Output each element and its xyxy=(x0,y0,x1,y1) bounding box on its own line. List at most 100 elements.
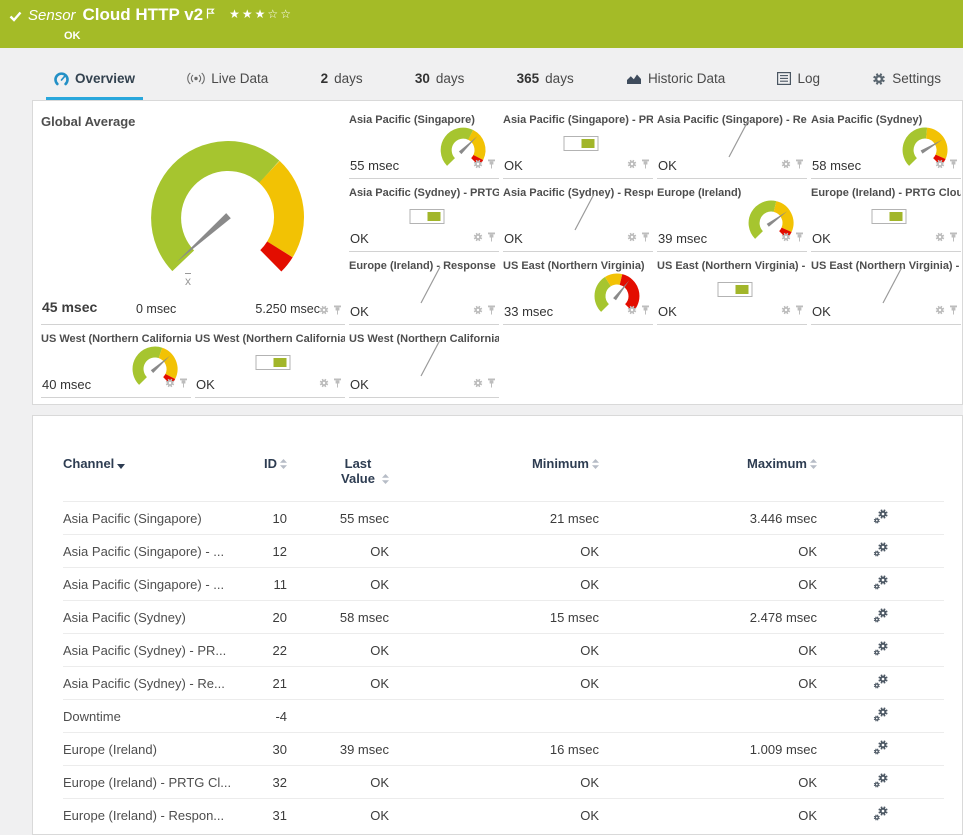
gear-icon[interactable] xyxy=(935,156,945,174)
channel-tile[interactable]: Europe (Ireland) - PRTG Cloud... OK xyxy=(811,186,961,252)
channel-tile[interactable]: Europe (Ireland) - Response C... OK xyxy=(349,259,499,325)
channel-settings-icon[interactable] xyxy=(873,541,889,561)
col-header-last-value[interactable]: Last Value xyxy=(287,456,389,502)
star-empty-icon[interactable]: ☆ xyxy=(280,7,293,21)
toggle-on-icon xyxy=(563,136,599,151)
channel-settings-icon[interactable] xyxy=(873,673,889,693)
pin-icon[interactable] xyxy=(795,302,804,320)
channel-settings-icon[interactable] xyxy=(873,607,889,627)
sort-toggle-icon[interactable] xyxy=(592,457,599,472)
tab-settings[interactable]: Settings xyxy=(864,60,949,100)
sort-caret-icon[interactable] xyxy=(117,457,126,472)
pin-icon[interactable] xyxy=(487,302,496,320)
channel-settings-icon[interactable] xyxy=(873,806,889,825)
gear-icon[interactable] xyxy=(473,229,483,247)
pin-icon[interactable] xyxy=(487,229,496,247)
cell-maximum: OK xyxy=(599,666,817,700)
gear-icon[interactable] xyxy=(473,302,483,320)
channel-tile[interactable]: Asia Pacific (Sydney) - Respo... OK xyxy=(503,186,653,252)
channel-tile[interactable]: US East (Northern Virginia) - ... OK xyxy=(657,259,807,325)
pin-icon[interactable] xyxy=(949,156,958,174)
star-filled-icon[interactable]: ★ xyxy=(255,7,268,21)
cell-last-value: OK xyxy=(287,666,389,700)
gear-icon[interactable] xyxy=(627,302,637,320)
gear-icon[interactable] xyxy=(935,302,945,320)
sort-toggle-icon[interactable] xyxy=(810,457,817,472)
sort-toggle-icon[interactable] xyxy=(382,472,389,487)
pin-icon[interactable] xyxy=(795,229,804,247)
channel-settings-icon[interactable] xyxy=(873,706,889,726)
pin-icon[interactable] xyxy=(333,375,342,393)
gear-icon[interactable] xyxy=(473,375,483,393)
channel-tile[interactable]: Asia Pacific (Singapore) - Res... OK xyxy=(657,113,807,179)
pin-icon[interactable] xyxy=(641,156,650,174)
channel-tile[interactable]: Asia Pacific (Singapore) 55 msec xyxy=(349,113,499,179)
star-filled-icon[interactable]: ★ xyxy=(242,7,255,21)
tab-label: Settings xyxy=(892,71,941,86)
pin-icon[interactable] xyxy=(641,302,650,320)
col-header-id[interactable]: ID xyxy=(235,456,287,502)
pin-icon[interactable] xyxy=(795,156,804,174)
pin-icon[interactable] xyxy=(333,302,342,320)
star-filled-icon[interactable]: ★ xyxy=(229,7,242,21)
channel-settings-icon[interactable] xyxy=(873,508,889,528)
tile-value: 40 msec xyxy=(42,377,92,392)
col-header-channel[interactable]: Channel xyxy=(63,456,235,502)
channel-tile[interactable]: US West (Northern California) 40 msec xyxy=(41,332,191,398)
pin-icon[interactable] xyxy=(487,375,496,393)
tab-365-days[interactable]: 365 days xyxy=(509,60,582,100)
tab-30-days[interactable]: 30 days xyxy=(407,60,473,100)
pin-icon[interactable] xyxy=(949,229,958,247)
tab-number: 365 xyxy=(516,71,540,86)
gear-icon[interactable] xyxy=(165,375,175,393)
cell-channel: Asia Pacific (Sydney) xyxy=(63,600,235,634)
log-icon xyxy=(777,72,792,85)
gear-icon[interactable] xyxy=(473,156,483,174)
gear-icon[interactable] xyxy=(319,302,329,320)
pin-icon[interactable] xyxy=(179,375,188,393)
sensor-kind-label: Sensor xyxy=(28,7,76,24)
tab-overview[interactable]: Overview xyxy=(46,60,144,100)
tab-number: 30 xyxy=(414,71,430,86)
gear-icon[interactable] xyxy=(781,302,791,320)
channel-tile[interactable]: Asia Pacific (Sydney) - PRTG ... OK xyxy=(349,186,499,252)
channel-tile[interactable]: Asia Pacific (Sydney) 58 msec xyxy=(811,113,961,179)
channel-settings-icon[interactable] xyxy=(873,640,889,660)
slash-icon xyxy=(415,338,445,383)
gear-icon[interactable] xyxy=(781,156,791,174)
col-header-maximum[interactable]: Maximum xyxy=(599,456,817,502)
gear-icon[interactable] xyxy=(781,229,791,247)
tab-2-days[interactable]: 2 days xyxy=(313,60,371,100)
gear-icon[interactable] xyxy=(627,156,637,174)
channel-tile[interactable]: Europe (Ireland) 39 msec xyxy=(657,186,807,252)
slash-icon xyxy=(415,265,445,310)
tab-log[interactable]: Log xyxy=(769,60,828,100)
pin-icon[interactable] xyxy=(487,156,496,174)
channel-settings-icon[interactable] xyxy=(873,772,889,792)
gear-icon[interactable] xyxy=(935,229,945,247)
col-header-minimum[interactable]: Minimum xyxy=(389,456,599,502)
table-row: Europe (Ireland) - PRTG Cl... 32 OK OK O… xyxy=(63,765,944,799)
gear-icon[interactable] xyxy=(319,375,329,393)
channel-tile[interactable]: US East (Northern Virginia) - ... OK xyxy=(811,259,961,325)
pin-icon[interactable] xyxy=(949,302,958,320)
table-row: Asia Pacific (Sydney) 20 58 msec 15 msec… xyxy=(63,600,944,634)
channel-settings-icon[interactable] xyxy=(873,574,889,594)
tab-live-data[interactable]: Live Data xyxy=(179,60,276,100)
channel-tile[interactable]: US West (Northern California)... OK xyxy=(195,332,345,398)
pin-icon[interactable] xyxy=(641,229,650,247)
gear-icon[interactable] xyxy=(627,229,637,247)
channel-settings-icon[interactable] xyxy=(873,739,889,759)
star-empty-icon[interactable]: ☆ xyxy=(267,7,280,21)
channel-tile[interactable]: US West (Northern California)... OK xyxy=(349,332,499,398)
tile-value: OK xyxy=(350,377,369,392)
cell-minimum: OK xyxy=(389,633,599,667)
channel-tile[interactable]: US East (Northern Virginia) 33 msec xyxy=(503,259,653,325)
priority-stars[interactable]: ★★★☆☆ xyxy=(229,7,293,21)
channel-tile[interactable]: Asia Pacific (Singapore) - PR... OK xyxy=(503,113,653,179)
tab-historic-data[interactable]: Historic Data xyxy=(618,60,733,100)
cell-minimum xyxy=(389,699,599,733)
tile-value: OK xyxy=(812,304,831,319)
sort-toggle-icon[interactable] xyxy=(280,457,287,472)
tab-label: Live Data xyxy=(211,71,269,86)
